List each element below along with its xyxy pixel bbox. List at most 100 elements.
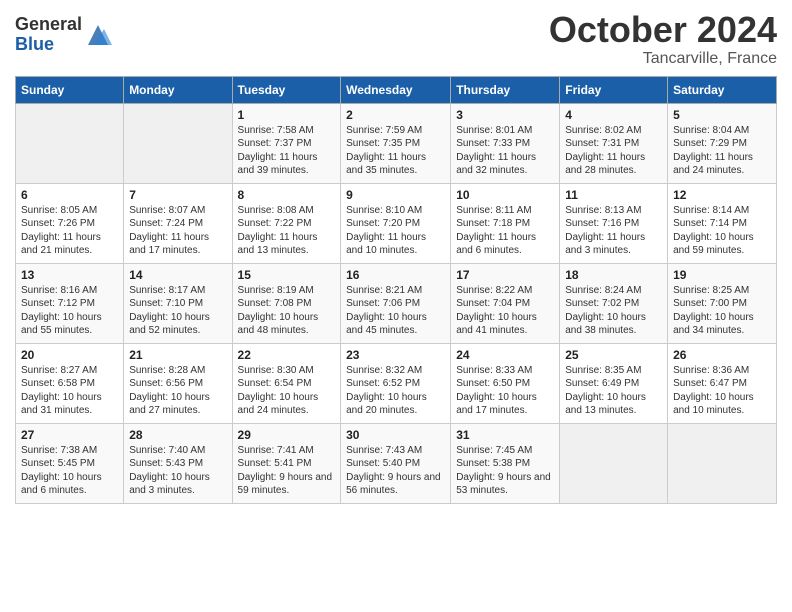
day-info: Sunrise: 8:10 AM Sunset: 7:20 PM Dayligh… <box>346 204 445 258</box>
day-number: 5 <box>673 108 771 122</box>
day-number: 18 <box>565 268 662 282</box>
week-row-5: 27 Sunrise: 7:38 AM Sunset: 5:45 PM Dayli… <box>16 423 777 503</box>
day-info: Sunrise: 8:36 AM Sunset: 6:47 PM Dayligh… <box>673 364 771 418</box>
day-info: Sunrise: 8:25 AM Sunset: 7:00 PM Dayligh… <box>673 284 771 338</box>
calendar-cell <box>560 423 668 503</box>
day-number: 4 <box>565 108 662 122</box>
header-day-tuesday: Tuesday <box>232 76 341 103</box>
day-info: Sunrise: 8:16 AM Sunset: 7:12 PM Dayligh… <box>21 284 118 338</box>
day-number: 3 <box>456 108 554 122</box>
day-number: 8 <box>238 188 336 202</box>
day-number: 10 <box>456 188 554 202</box>
calendar-cell: 27 Sunrise: 7:38 AM Sunset: 5:45 PM Dayli… <box>16 423 124 503</box>
day-number: 23 <box>346 348 445 362</box>
day-info: Sunrise: 8:35 AM Sunset: 6:49 PM Dayligh… <box>565 364 662 418</box>
day-info: Sunrise: 8:04 AM Sunset: 7:29 PM Dayligh… <box>673 124 771 178</box>
calendar-cell: 22 Sunrise: 8:30 AM Sunset: 6:54 PM Dayli… <box>232 343 341 423</box>
calendar-cell: 29Sunrise: 7:41 AM Sunset: 5:41 PM Dayli… <box>232 423 341 503</box>
day-info: Sunrise: 8:32 AM Sunset: 6:52 PM Dayligh… <box>346 364 445 418</box>
day-info: Sunrise: 8:05 AM Sunset: 7:26 PM Dayligh… <box>21 204 118 258</box>
calendar-cell: 9 Sunrise: 8:10 AM Sunset: 7:20 PM Daylig… <box>341 183 451 263</box>
calendar-cell: 28 Sunrise: 7:40 AM Sunset: 5:43 PM Dayli… <box>124 423 232 503</box>
day-number: 6 <box>21 188 118 202</box>
day-number: 9 <box>346 188 445 202</box>
header-day-friday: Friday <box>560 76 668 103</box>
calendar-cell: 25 Sunrise: 8:35 AM Sunset: 6:49 PM Dayli… <box>560 343 668 423</box>
logo-blue-text: Blue <box>15 35 82 55</box>
day-number: 17 <box>456 268 554 282</box>
calendar-cell: 7 Sunrise: 8:07 AM Sunset: 7:24 PM Daylig… <box>124 183 232 263</box>
day-info: Sunrise: 8:01 AM Sunset: 7:33 PM Dayligh… <box>456 124 554 178</box>
calendar-cell: 16Sunrise: 8:21 AM Sunset: 7:06 PM Dayli… <box>341 263 451 343</box>
logo-general-text: General <box>15 15 82 35</box>
calendar-cell: 12 Sunrise: 8:14 AM Sunset: 7:14 PM Dayli… <box>668 183 777 263</box>
day-number: 20 <box>21 348 118 362</box>
logo-icon <box>84 21 112 49</box>
calendar-table: SundayMondayTuesdayWednesdayThursdayFrid… <box>15 76 777 504</box>
day-info: Sunrise: 8:30 AM Sunset: 6:54 PM Dayligh… <box>238 364 336 418</box>
day-info: Sunrise: 8:07 AM Sunset: 7:24 PM Dayligh… <box>129 204 226 258</box>
day-info: Sunrise: 8:19 AM Sunset: 7:08 PM Dayligh… <box>238 284 336 338</box>
day-info: Sunrise: 8:28 AM Sunset: 6:56 PM Dayligh… <box>129 364 226 418</box>
header-day-thursday: Thursday <box>451 76 560 103</box>
calendar-cell <box>124 103 232 183</box>
calendar-cell: 1Sunrise: 7:58 AM Sunset: 7:37 PM Daylig… <box>232 103 341 183</box>
header-day-saturday: Saturday <box>668 76 777 103</box>
calendar-cell: 19 Sunrise: 8:25 AM Sunset: 7:00 PM Dayli… <box>668 263 777 343</box>
calendar-cell: 24Sunrise: 8:33 AM Sunset: 6:50 PM Dayli… <box>451 343 560 423</box>
day-number: 28 <box>129 428 226 442</box>
title-section: October 2024 Tancarville, France <box>549 10 777 68</box>
day-info: Sunrise: 8:17 AM Sunset: 7:10 PM Dayligh… <box>129 284 226 338</box>
day-info: Sunrise: 8:22 AM Sunset: 7:04 PM Dayligh… <box>456 284 554 338</box>
week-row-1: 1Sunrise: 7:58 AM Sunset: 7:37 PM Daylig… <box>16 103 777 183</box>
day-number: 1 <box>238 108 336 122</box>
day-info: Sunrise: 8:33 AM Sunset: 6:50 PM Dayligh… <box>456 364 554 418</box>
day-number: 27 <box>21 428 118 442</box>
header: General Blue October 2024 Tancarville, F… <box>15 10 777 68</box>
day-info: Sunrise: 8:14 AM Sunset: 7:14 PM Dayligh… <box>673 204 771 258</box>
day-number: 19 <box>673 268 771 282</box>
calendar-cell: 8 Sunrise: 8:08 AM Sunset: 7:22 PM Daylig… <box>232 183 341 263</box>
calendar-cell: 3 Sunrise: 8:01 AM Sunset: 7:33 PM Daylig… <box>451 103 560 183</box>
calendar-cell: 21 Sunrise: 8:28 AM Sunset: 6:56 PM Dayli… <box>124 343 232 423</box>
day-info: Sunrise: 8:11 AM Sunset: 7:18 PM Dayligh… <box>456 204 554 258</box>
day-info: Sunrise: 8:24 AM Sunset: 7:02 PM Dayligh… <box>565 284 662 338</box>
calendar-cell: 30Sunrise: 7:43 AM Sunset: 5:40 PM Dayli… <box>341 423 451 503</box>
day-number: 25 <box>565 348 662 362</box>
day-info: Sunrise: 8:08 AM Sunset: 7:22 PM Dayligh… <box>238 204 336 258</box>
calendar-cell <box>668 423 777 503</box>
calendar-cell: 2 Sunrise: 7:59 AM Sunset: 7:35 PM Daylig… <box>341 103 451 183</box>
week-row-2: 6 Sunrise: 8:05 AM Sunset: 7:26 PM Daylig… <box>16 183 777 263</box>
day-number: 30 <box>346 428 445 442</box>
calendar-cell: 23 Sunrise: 8:32 AM Sunset: 6:52 PM Dayli… <box>341 343 451 423</box>
day-number: 16 <box>346 268 445 282</box>
week-row-4: 20Sunrise: 8:27 AM Sunset: 6:58 PM Dayli… <box>16 343 777 423</box>
header-day-sunday: Sunday <box>16 76 124 103</box>
day-number: 29 <box>238 428 336 442</box>
logo: General Blue <box>15 15 112 55</box>
day-info: Sunrise: 7:45 AM Sunset: 5:38 PM Dayligh… <box>456 444 554 498</box>
day-number: 13 <box>21 268 118 282</box>
day-number: 12 <box>673 188 771 202</box>
day-number: 7 <box>129 188 226 202</box>
calendar-cell: 4 Sunrise: 8:02 AM Sunset: 7:31 PM Daylig… <box>560 103 668 183</box>
month-title: October 2024 <box>549 10 777 50</box>
calendar-cell: 17 Sunrise: 8:22 AM Sunset: 7:04 PM Dayli… <box>451 263 560 343</box>
calendar-header: SundayMondayTuesdayWednesdayThursdayFrid… <box>16 76 777 103</box>
day-info: Sunrise: 7:59 AM Sunset: 7:35 PM Dayligh… <box>346 124 445 178</box>
day-info: Sunrise: 8:13 AM Sunset: 7:16 PM Dayligh… <box>565 204 662 258</box>
day-number: 26 <box>673 348 771 362</box>
day-info: Sunrise: 8:02 AM Sunset: 7:31 PM Dayligh… <box>565 124 662 178</box>
day-number: 15 <box>238 268 336 282</box>
week-row-3: 13 Sunrise: 8:16 AM Sunset: 7:12 PM Dayli… <box>16 263 777 343</box>
header-day-monday: Monday <box>124 76 232 103</box>
day-number: 14 <box>129 268 226 282</box>
day-number: 2 <box>346 108 445 122</box>
calendar-cell: 5 Sunrise: 8:04 AM Sunset: 7:29 PM Daylig… <box>668 103 777 183</box>
day-info: Sunrise: 7:40 AM Sunset: 5:43 PM Dayligh… <box>129 444 226 498</box>
day-info: Sunrise: 7:38 AM Sunset: 5:45 PM Dayligh… <box>21 444 118 498</box>
day-number: 21 <box>129 348 226 362</box>
calendar-cell <box>16 103 124 183</box>
day-number: 22 <box>238 348 336 362</box>
calendar-cell: 13 Sunrise: 8:16 AM Sunset: 7:12 PM Dayli… <box>16 263 124 343</box>
